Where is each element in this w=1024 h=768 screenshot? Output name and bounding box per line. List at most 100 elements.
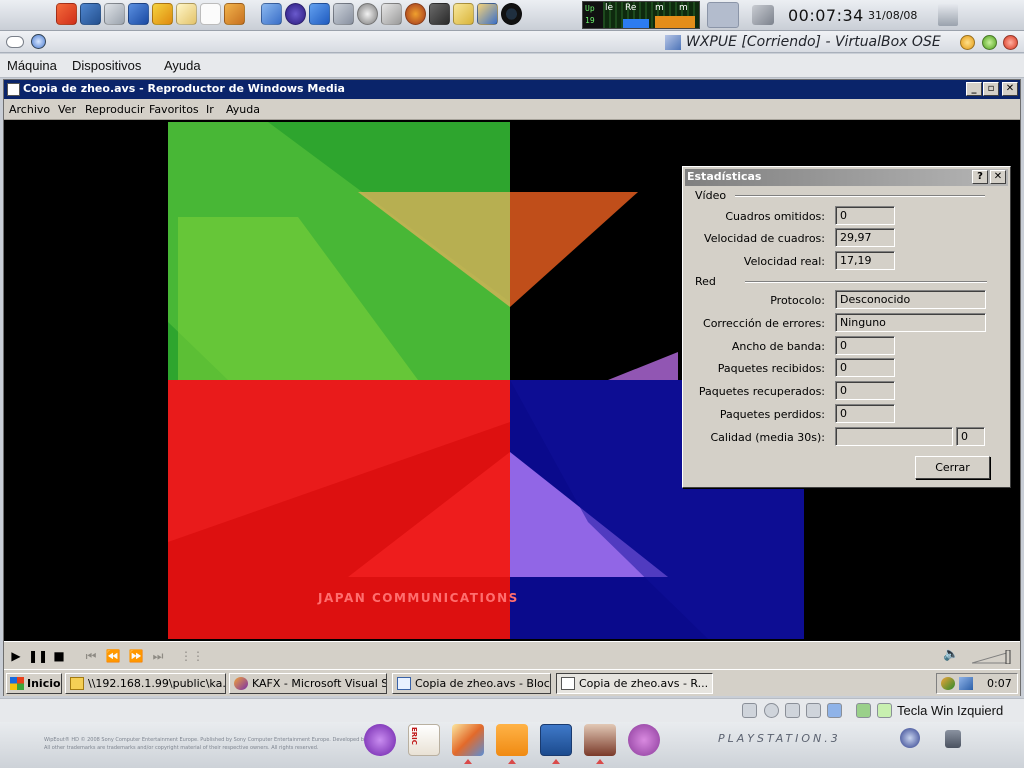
wrench-icon[interactable] [224, 3, 245, 25]
eric-icon[interactable]: ERIC [408, 724, 440, 756]
menu-archivo[interactable]: Archivo [9, 103, 50, 116]
menu-favoritos[interactable]: Favoritos [149, 103, 199, 116]
play-button[interactable]: ▶ [7, 647, 25, 665]
task-visual-studio[interactable]: KAFX - Microsoft Visual S... [229, 673, 387, 694]
task-notepad[interactable]: Copia de zheo.avs - Bloc... [392, 673, 551, 694]
q-icon[interactable] [501, 3, 522, 25]
menu-help[interactable]: Ayuda [164, 58, 201, 73]
dock-indicator [464, 759, 472, 764]
cross-icon[interactable] [285, 3, 306, 25]
quality-label: Calidad (media 30s): [710, 431, 825, 444]
menu-devices[interactable]: Dispositivos [72, 58, 141, 73]
rocket-icon[interactable] [56, 3, 77, 25]
guest-taskbar: Inicio \\192.168.1.99\public\ka... KAFX … [4, 669, 1020, 696]
actual-rate-field: 17,19 [835, 251, 895, 270]
stop-button[interactable]: ■ [50, 647, 68, 665]
statistics-dialog: Estadísticas ? ✕ Vídeo Cuadros omitidos:… [682, 166, 1011, 488]
stats-close-button[interactable]: Cerrar [915, 456, 990, 479]
gear-icon[interactable] [405, 3, 426, 25]
system-monitor-icon[interactable] [540, 724, 572, 756]
host-key-icon[interactable] [877, 703, 892, 718]
next-button[interactable]: ⏭ [149, 647, 167, 665]
net-group-rule [745, 281, 987, 283]
hard-disk-icon[interactable] [742, 703, 757, 718]
task-explorer[interactable]: \\192.168.1.99\public\ka... [65, 673, 226, 694]
eric-label: ERIC [410, 727, 418, 745]
folder-icon[interactable] [496, 724, 528, 756]
wmp-close-button[interactable]: ✕ [1002, 82, 1018, 96]
wmp-restore-button[interactable]: ▫ [983, 82, 999, 96]
actual-rate-label: Velocidad real: [743, 255, 825, 268]
menu-ayuda[interactable]: Ayuda [226, 103, 260, 116]
maximize-button[interactable] [982, 35, 997, 50]
download-icon[interactable] [152, 3, 173, 25]
notification-icon[interactable] [707, 2, 739, 28]
wmp-controls: ▶ ❚❚ ■ ⏮ ⏪ ⏩ ⏭ ⋮⋮ 🔈 [4, 641, 1020, 669]
trash-icon[interactable] [938, 4, 958, 26]
host-date[interactable]: 31/08/08 [868, 9, 917, 22]
playlist-icon[interactable]: ⋮⋮ [180, 647, 204, 665]
video-area[interactable]: JAPAN COMMUNICATIONS Estadísticas ? ✕ Ví… [4, 121, 1020, 641]
menu-reproducir[interactable]: Reproducir [85, 103, 145, 116]
rewind-button[interactable]: ⏪ [104, 647, 122, 665]
wifi-icon[interactable] [104, 3, 125, 25]
cd-icon[interactable] [764, 703, 779, 718]
pause-button[interactable]: ❚❚ [28, 647, 48, 665]
vlc-v-icon[interactable] [364, 724, 396, 756]
system-monitor-applet[interactable]: Up 19 le Re m m [582, 1, 700, 29]
disc-icon[interactable] [357, 3, 378, 25]
network-icon[interactable] [806, 703, 821, 718]
wmp-window-icon[interactable] [7, 83, 20, 96]
lastfm-icon[interactable] [628, 724, 660, 756]
blank-icon[interactable] [200, 3, 221, 25]
system-tray: 0:07 [936, 673, 1018, 694]
anime-avatar-icon[interactable] [584, 724, 616, 756]
k-icon[interactable] [453, 3, 474, 25]
dock-indicator [596, 759, 604, 764]
stats-close-x-button[interactable]: ✕ [990, 170, 1006, 184]
window-sticky-button[interactable] [31, 34, 46, 49]
headphones-icon[interactable] [429, 3, 450, 25]
guest-screen[interactable]: Copia de zheo.avs - Reproductor de Windo… [3, 79, 1021, 696]
video-group-label: Vídeo [695, 189, 727, 202]
fast-forward-button[interactable]: ⏩ [127, 647, 145, 665]
frames-skipped-label: Cuadros omitidos: [725, 210, 825, 223]
home-icon[interactable] [80, 3, 101, 25]
close-button[interactable] [1003, 35, 1018, 50]
tray-clock[interactable]: 0:07 [987, 677, 1012, 690]
net-group-label: Red [695, 275, 716, 288]
wmp-window-title: Copia de zheo.avs - Reproductor de Windo… [23, 82, 345, 95]
menu-ir[interactable]: Ir [206, 103, 214, 116]
start-button[interactable]: Inicio [6, 673, 62, 694]
down-arrow-icon[interactable] [309, 3, 330, 25]
host-key-label: Tecla Win Izquierd [897, 703, 1004, 718]
host-dock: WipEout® HD © 2008 Sony Computer Enterta… [0, 722, 1024, 768]
host-clock[interactable]: 00:07:34 [788, 6, 864, 25]
tray-icon-vs[interactable] [941, 677, 955, 690]
shared-folder-icon[interactable] [827, 703, 842, 718]
menu-ver[interactable]: Ver [58, 103, 76, 116]
terminal-icon[interactable] [333, 3, 354, 25]
task-media-player[interactable]: Copia de zheo.avs - R... [556, 673, 713, 694]
notepad-icon[interactable] [176, 3, 197, 25]
menu-machine[interactable]: Máquina [7, 58, 57, 73]
volume-icon[interactable]: 🔈 [943, 647, 959, 665]
contacts-icon[interactable] [477, 3, 498, 25]
stats-title: Estadísticas [687, 170, 762, 183]
stats-help-button[interactable]: ? [972, 170, 988, 184]
vbox-titlebar: WXPUE [Corriendo] - VirtualBox OSE [0, 31, 1024, 53]
error-correction-label: Corrección de errores: [703, 317, 825, 330]
floppy-icon[interactable] [785, 703, 800, 718]
minimize-button[interactable] [960, 35, 975, 50]
mouse-integration-icon[interactable] [856, 703, 871, 718]
upload-icon[interactable] [261, 3, 282, 25]
volume-slider[interactable] [972, 650, 1012, 664]
camera-icon[interactable] [381, 3, 402, 25]
wmp-minimize-button[interactable]: _ [966, 82, 982, 96]
kde-icon[interactable] [128, 3, 149, 25]
window-menu-button[interactable] [6, 36, 24, 48]
tray-icon-network[interactable] [959, 677, 973, 690]
butterfly-icon[interactable] [452, 724, 484, 756]
previous-button[interactable]: ⏮ [82, 647, 100, 665]
network-plug-icon[interactable] [752, 5, 774, 25]
